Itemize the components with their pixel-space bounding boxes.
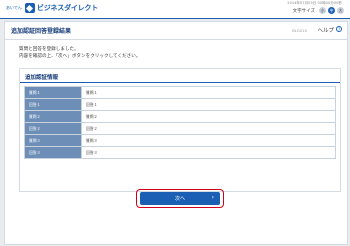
section-title: 追加認証情報 [25,75,59,81]
table-row: 回答３ 回答３ [24,146,336,159]
row-value: 回答２ [81,122,336,135]
row-label: 質問２ [24,110,82,123]
row-label: 質問３ [24,134,82,147]
font-size-small-button[interactable]: 小 [319,7,326,14]
row-label: 回答２ [24,122,82,135]
next-button-label: 次へ [174,196,185,202]
row-label: 質問１ [24,86,82,99]
table-row: 質問３ 質問３ [24,134,336,147]
row-value: 回答１ [81,98,336,111]
help-link[interactable]: ヘルプ [317,26,334,34]
table-row: 質問２ 質問２ [24,110,336,123]
next-button[interactable]: 次へ › [140,192,220,205]
section-divider [20,82,340,83]
font-size-large-button[interactable]: 大 [337,7,344,14]
login-timestamp: 2014年07月05日 00時00分00秒 [287,1,342,5]
next-button-highlight: 次へ › [136,189,224,208]
row-label: 回答１ [24,98,82,111]
logo-text: ビジネスダイレクト [36,4,99,12]
table-row: 質問１ 質問１ [24,86,336,99]
logo-prefix: あいでん [6,5,22,10]
login-info: 2014年07月05日 00時00分00秒 [287,1,342,6]
table-row: 回答１ 回答１ [24,98,336,111]
font-size-switcher: 文字サイズ 小 中 大 [293,7,344,14]
font-size-medium-button[interactable]: 中 [328,7,335,14]
qa-table: 質問１ 質問１ 回答１ 回答１ 質問２ 質問２ 回答２ 回答２ 質問３ 質問３ … [24,86,336,159]
message-line-2: 内容を確認の上、「次へ」ボタンをクリックしてください。 [19,53,141,59]
table-row: 回答２ 回答２ [24,122,336,135]
row-value: 質問２ [81,110,336,123]
row-label: 回答３ [24,146,82,159]
auth-info-section: 追加認証情報 質問１ 質問１ 回答１ 回答１ 質問２ 質問２ 回答２ 回答２ 質… [19,68,341,192]
screen-id: BLG010 [292,28,307,33]
completion-message: 質問と回答を登録しました。 内容を確認の上、「次へ」ボタンをクリックしてください… [19,47,140,60]
brand-logo: あいでん ビジネスダイレクト [6,3,98,13]
row-value: 回答３ [81,146,336,159]
help-icon[interactable]: ? [336,26,342,32]
main-panel: 追加認証回答登録結果 BLG010 ヘルプ ? 質問と回答を登録しました。 内容… [4,21,348,245]
panel-header: 追加認証回答登録結果 BLG010 ヘルプ ? [5,22,347,40]
logo-mark-icon [24,3,35,13]
chevron-right-icon: › [211,194,214,201]
top-header: あいでん ビジネスダイレクト 2014年07月05日 00時00分00秒 文字サ… [0,0,350,18]
row-value: 質問１ [81,86,336,99]
header-divider [0,18,350,19]
row-value: 質問３ [81,134,336,147]
page-title: 追加認証回答登録結果 [11,28,72,35]
font-size-label: 文字サイズ [292,8,315,14]
